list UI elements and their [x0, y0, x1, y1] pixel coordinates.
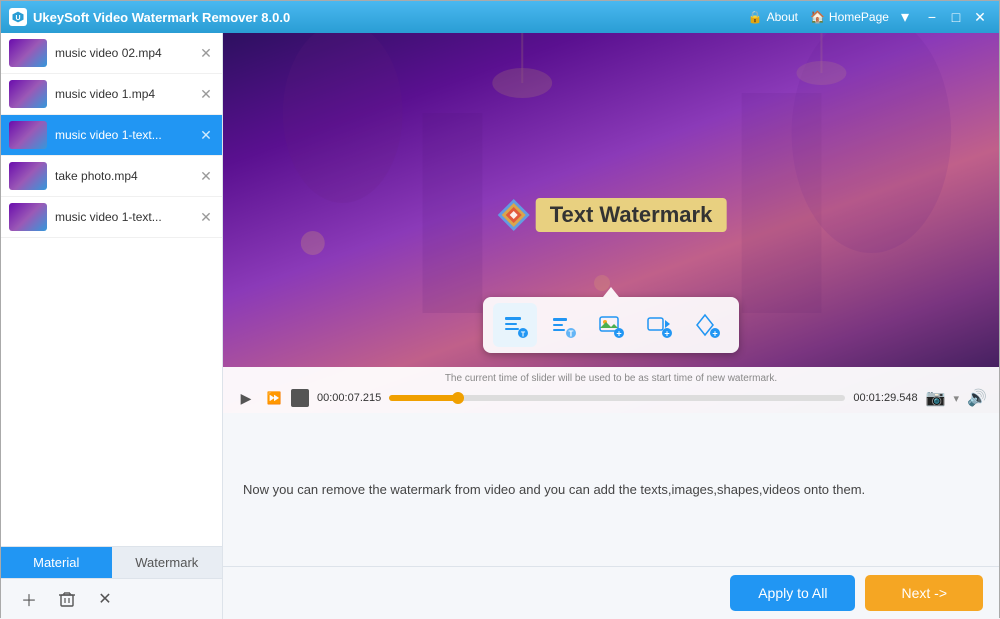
add-image-button[interactable]: +: [589, 303, 633, 347]
add-file-button[interactable]: ＋: [17, 587, 41, 611]
file-thumbnail: [9, 39, 47, 67]
video-preview: Text Watermark T: [223, 33, 999, 413]
add-styled-text-button[interactable]: T: [541, 303, 585, 347]
svg-text:+: +: [712, 329, 717, 339]
home-icon: 🏠: [810, 10, 825, 24]
titlebar: U UkeySoft Video Watermark Remover 8.0.0…: [1, 1, 999, 33]
clear-files-button[interactable]: ✕: [93, 587, 117, 611]
add-shape-button[interactable]: +: [685, 303, 729, 347]
video-toolbar: T T: [483, 297, 739, 353]
add-text-button[interactable]: T: [493, 303, 537, 347]
about-link[interactable]: 🔒 About: [748, 10, 798, 24]
screenshot-dropdown[interactable]: ▾: [954, 392, 960, 405]
svg-text:+: +: [616, 329, 621, 339]
window-controls: − □ ✕: [921, 6, 991, 28]
file-name: music video 1-text...: [55, 210, 190, 224]
sidebar-actions: ＋ ✕: [1, 578, 222, 619]
play-button[interactable]: ▶: [235, 387, 257, 409]
footer: Apply to All Next ->: [223, 566, 999, 619]
app-icon: U: [9, 8, 27, 26]
file-remove-button[interactable]: ✕: [198, 45, 214, 61]
delete-file-button[interactable]: [55, 587, 79, 611]
next-button[interactable]: Next ->: [865, 575, 983, 611]
tab-material[interactable]: Material: [1, 547, 112, 578]
file-thumbnail: [9, 203, 47, 231]
watermark-overlay[interactable]: Text Watermark: [496, 197, 727, 233]
file-name: music video 1-text...: [55, 128, 190, 142]
content-area: Text Watermark T: [223, 33, 999, 619]
info-bar: Now you can remove the watermark from vi…: [223, 413, 999, 566]
svg-text:+: +: [664, 329, 669, 339]
file-list-item[interactable]: music video 1-text... ✕: [1, 115, 222, 156]
step-forward-button[interactable]: ⏩: [265, 389, 283, 407]
file-remove-button[interactable]: ✕: [198, 209, 214, 225]
progress-track[interactable]: [389, 395, 845, 401]
tab-row: Material Watermark: [1, 546, 222, 578]
file-name: music video 1.mp4: [55, 87, 190, 101]
lock-icon: 🔒: [748, 10, 763, 24]
progress-bar-row: ▶ ⏩ 00:00:07.215 00:01:29.548 📷 ▾ 🔊: [235, 387, 987, 409]
file-list-item[interactable]: take photo.mp4 ✕: [1, 156, 222, 197]
volume-icon[interactable]: 🔊: [967, 388, 987, 408]
file-name: take photo.mp4: [55, 169, 190, 183]
time-end: 00:01:29.548: [853, 392, 917, 404]
file-thumbnail: [9, 80, 47, 108]
dropdown-arrow-icon[interactable]: ▾: [901, 7, 909, 27]
file-name: music video 02.mp4: [55, 46, 190, 60]
progress-area: The current time of slider will be used …: [223, 367, 999, 413]
file-remove-button[interactable]: ✕: [198, 127, 214, 143]
file-remove-button[interactable]: ✕: [198, 86, 214, 102]
svg-text:T: T: [521, 332, 526, 339]
svg-text:T: T: [569, 330, 574, 339]
stop-button[interactable]: [291, 389, 309, 407]
maximize-button[interactable]: □: [945, 6, 967, 28]
file-list-item[interactable]: music video 02.mp4 ✕: [1, 33, 222, 74]
progress-fill: [389, 395, 457, 401]
watermark-diamond-icon: [496, 197, 532, 233]
watermark-text: Text Watermark: [536, 198, 727, 232]
title-nav: 🔒 About 🏠 HomePage ▾: [748, 7, 909, 27]
screenshot-icon[interactable]: 📷: [926, 388, 946, 408]
homepage-link[interactable]: 🏠 HomePage: [810, 10, 889, 24]
close-button[interactable]: ✕: [969, 6, 991, 28]
time-start: 00:00:07.215: [317, 392, 381, 404]
minimize-button[interactable]: −: [921, 6, 943, 28]
file-list-item[interactable]: music video 1-text... ✕: [1, 197, 222, 238]
svg-text:U: U: [15, 15, 20, 22]
main-layout: music video 02.mp4✕music video 1.mp4✕mus…: [1, 33, 999, 619]
progress-hint: The current time of slider will be used …: [235, 373, 987, 384]
progress-thumb[interactable]: [452, 392, 464, 404]
file-list-item[interactable]: music video 1.mp4 ✕: [1, 74, 222, 115]
apply-to-all-button[interactable]: Apply to All: [730, 575, 855, 611]
file-thumbnail: [9, 162, 47, 190]
add-video-button[interactable]: +: [637, 303, 681, 347]
tab-watermark[interactable]: Watermark: [112, 547, 223, 578]
file-remove-button[interactable]: ✕: [198, 168, 214, 184]
info-message: Now you can remove the watermark from vi…: [243, 482, 865, 497]
file-list: music video 02.mp4✕music video 1.mp4✕mus…: [1, 33, 222, 546]
app-title: UkeySoft Video Watermark Remover 8.0.0: [33, 10, 748, 25]
toolbar-arrow-indicator: [603, 287, 619, 297]
sidebar: music video 02.mp4✕music video 1.mp4✕mus…: [1, 33, 223, 619]
file-thumbnail: [9, 121, 47, 149]
